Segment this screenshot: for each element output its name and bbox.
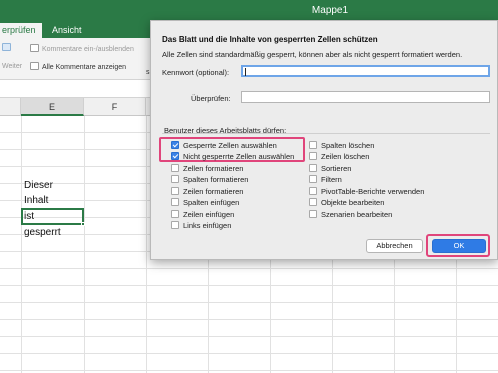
option-insert-rows[interactable]: Zeilen einfügen: [171, 210, 234, 220]
password-label: Kennwort (optional):: [162, 68, 230, 77]
option-label: Objekte bearbeiten: [321, 198, 385, 207]
comments-icon: [30, 62, 39, 70]
checkbox-icon: [309, 141, 317, 149]
toggle-comments-button[interactable]: Kommentare ein-/ausblenden: [30, 44, 134, 53]
option-label: Spalten einfügen: [183, 198, 240, 207]
checkbox-icon: [171, 187, 179, 195]
checkbox-icon: [171, 210, 179, 218]
permissions-label: Benutzer dieses Arbeitsblatts dürfen:: [164, 126, 287, 135]
show-all-comments-button[interactable]: Alle Kommentare anzeigen: [30, 62, 126, 71]
checkbox-icon: [309, 164, 317, 172]
column-header-d[interactable]: [0, 98, 21, 116]
fill-handle[interactable]: [81, 222, 85, 226]
dialog-title: Das Blatt und die Inhalte von gesperrten…: [162, 35, 378, 44]
column-header-e[interactable]: E: [21, 98, 84, 116]
password-field[interactable]: [241, 65, 490, 77]
option-label: Szenarien bearbeiten: [321, 210, 393, 219]
option-delete-columns[interactable]: Spalten löschen: [309, 141, 374, 151]
checkbox-icon: [309, 152, 317, 160]
option-label: Gesperrte Zellen auswählen: [183, 141, 277, 150]
option-label: Spalten formatieren: [183, 175, 249, 184]
checkbox-icon: [309, 175, 317, 183]
protect-sheet-dialog: Das Blatt und die Inhalte von gesperrten…: [150, 20, 498, 260]
option-sort[interactable]: Sortieren: [309, 164, 351, 174]
option-label: Filtern: [321, 175, 342, 184]
truncated-ribbon-text: s: [146, 69, 150, 76]
verify-label: Überprüfen:: [191, 94, 231, 103]
option-label: Sortieren: [321, 164, 352, 173]
option-label: Links einfügen: [183, 221, 232, 230]
checkbox-checked-icon: [171, 152, 179, 160]
column-header-f[interactable]: F: [84, 98, 146, 116]
option-label: Zellen formatieren: [183, 164, 244, 173]
toggle-comments-label: Kommentare ein-/ausblenden: [42, 46, 134, 53]
option-label: Zeilen formatieren: [183, 187, 244, 196]
option-label: Zeilen löschen: [321, 152, 370, 161]
cell-e-gesperrt[interactable]: gesperrt: [24, 227, 61, 238]
checkbox-icon: [171, 164, 179, 172]
cell-e-dieser[interactable]: Dieser: [24, 180, 53, 191]
active-cell-border: [21, 208, 84, 225]
tab-view[interactable]: Ansicht: [52, 25, 82, 35]
show-all-comments-label: Alle Kommentare anzeigen: [42, 64, 127, 71]
option-insert-links[interactable]: Links einfügen: [171, 221, 231, 231]
option-format-cells[interactable]: Zellen formatieren: [171, 164, 243, 174]
option-label: PivotTable-Berichte verwenden: [321, 187, 425, 196]
option-pivot-reports[interactable]: PivotTable-Berichte verwenden: [309, 187, 424, 197]
option-insert-columns[interactable]: Spalten einfügen: [171, 198, 239, 208]
checkbox-icon: [171, 198, 179, 206]
checkbox-icon: [309, 210, 317, 218]
comment-icon: [30, 44, 39, 52]
option-edit-scenarios[interactable]: Szenarien bearbeiten: [309, 210, 392, 220]
checkbox-checked-icon: [171, 141, 179, 149]
option-label: Spalten löschen: [321, 141, 375, 150]
option-label: Nicht gesperrte Zellen auswählen: [183, 152, 295, 161]
next-comment-button[interactable]: Weiter: [2, 63, 22, 70]
option-format-rows[interactable]: Zeilen formatieren: [171, 187, 243, 197]
option-label: Zeilen einfügen: [183, 210, 235, 219]
option-delete-rows[interactable]: Zeilen löschen: [309, 152, 369, 162]
new-comment-icon[interactable]: [2, 43, 14, 52]
option-select-locked[interactable]: Gesperrte Zellen auswählen: [171, 141, 277, 151]
checkbox-icon: [171, 221, 179, 229]
tab-review[interactable]: erprüfen: [0, 23, 42, 38]
option-edit-objects[interactable]: Objekte bearbeiten: [309, 198, 384, 208]
checkbox-icon: [309, 198, 317, 206]
ok-button[interactable]: OK: [432, 239, 486, 253]
cancel-button[interactable]: Abbrechen: [366, 239, 423, 253]
checkbox-icon: [171, 175, 179, 183]
text-caret: [245, 68, 246, 76]
title-bar: Mappe1: [0, 0, 498, 22]
option-format-columns[interactable]: Spalten formatieren: [171, 175, 248, 185]
option-filter[interactable]: Filtern: [309, 175, 342, 185]
verify-password-field[interactable]: [241, 91, 490, 103]
dialog-info-text: Alle Zellen sind standardmäßig gesperrt,…: [162, 50, 463, 59]
cell-e-inhalt[interactable]: Inhalt: [24, 195, 48, 206]
checkbox-icon: [309, 187, 317, 195]
option-select-unlocked[interactable]: Nicht gesperrte Zellen auswählen: [171, 152, 294, 162]
window-title: Mappe1: [311, 5, 349, 16]
